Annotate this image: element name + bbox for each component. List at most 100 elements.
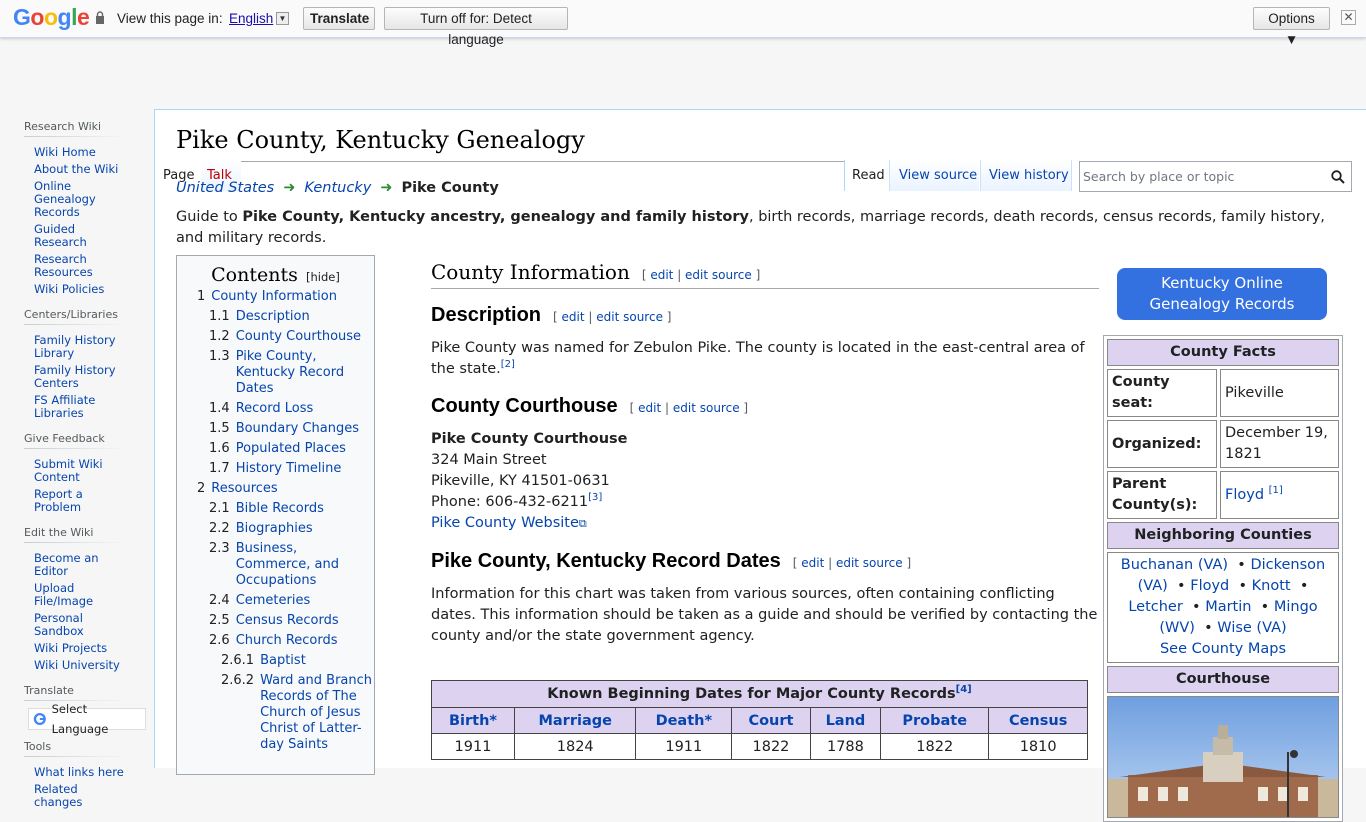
toc-item[interactable]: 2 Resources <box>177 481 374 497</box>
toc-link[interactable]: Biographies <box>236 521 313 537</box>
toc-link[interactable]: Baptist <box>260 653 306 669</box>
table-of-contents: Contents [hide] 1 County Information 1.1 De… <box>176 255 375 775</box>
toc-item[interactable]: 2.6.1 Baptist <box>177 653 374 669</box>
toc-item[interactable]: 2.6 Church Records <box>177 633 374 649</box>
reference-link[interactable]: [4] <box>956 684 972 695</box>
table-header-cell[interactable]: Court <box>731 707 811 734</box>
edit-source-link[interactable]: edit source <box>685 268 752 282</box>
language-dropdown-icon[interactable]: ▼ <box>276 12 289 25</box>
tab-read[interactable]: Read <box>844 160 888 191</box>
reference-link[interactable]: [1] <box>1269 485 1283 496</box>
reference-link[interactable]: [3] <box>588 492 602 503</box>
tab-view-history[interactable]: View history <box>980 160 1072 191</box>
edit-source-link[interactable]: edit source <box>836 556 903 570</box>
search-icon[interactable] <box>1331 170 1345 184</box>
edit-link[interactable]: edit <box>801 556 824 570</box>
toc-item[interactable]: 2.4 Cemeteries <box>177 593 374 609</box>
record-dates-text: Information for this chart was taken fro… <box>431 586 1098 644</box>
courthouse-website-link[interactable]: Pike County Website⧉ <box>431 515 587 531</box>
sidebar-item-fhc[interactable]: Family History Centers <box>34 363 116 390</box>
toc-item[interactable]: 1.1 Description <box>177 309 374 325</box>
edit-source-link[interactable]: edit source <box>673 401 740 415</box>
toc-item[interactable]: 1.4 Record Loss <box>177 401 374 417</box>
toc-item[interactable]: 1.7 History Timeline <box>177 461 374 477</box>
sidebar-item-upload[interactable]: Upload File/Image <box>34 581 93 608</box>
neighbor-link[interactable]: Wise (VA) <box>1217 620 1286 636</box>
toc-link[interactable]: Business, Commerce, and Occupations <box>236 541 374 589</box>
toc-link[interactable]: Ward and Branch Records of The Church of… <box>260 673 374 753</box>
sidebar-item-submit-content[interactable]: Submit Wiki Content <box>34 457 103 484</box>
neighbor-link[interactable]: Martin <box>1205 599 1251 615</box>
toc-link[interactable]: Resources <box>211 481 277 497</box>
toc-item[interactable]: 2.1 Bible Records <box>177 501 374 517</box>
sidebar-item-wiki-university[interactable]: Wiki University <box>34 658 120 672</box>
sidebar-item-wiki-projects[interactable]: Wiki Projects <box>34 641 107 655</box>
table-header-cell[interactable]: Census <box>988 707 1088 734</box>
toc-link[interactable]: Record Loss <box>236 401 314 417</box>
toc-link[interactable]: History Timeline <box>236 461 342 477</box>
edit-link[interactable]: edit <box>650 268 673 282</box>
search-input[interactable]: Search by place or topic <box>1079 161 1352 192</box>
toc-item[interactable]: 1.5 Boundary Changes <box>177 421 374 437</box>
select-language-dropdown[interactable]: Select Language <box>28 702 146 736</box>
toc-item[interactable]: 2.3 Business, Commerce, and Occupations <box>177 541 374 589</box>
breadcrumb-kentucky[interactable]: Kentucky <box>304 180 371 196</box>
sidebar-item-related-changes[interactable]: Related changes <box>34 782 82 809</box>
toc-link[interactable]: County Information <box>211 289 337 305</box>
table-header-cell[interactable]: Land <box>809 707 882 734</box>
sidebar-item-guided-research[interactable]: Guided Research <box>34 222 87 249</box>
toc-item[interactable]: 1.3 Pike County, Kentucky Record Dates <box>177 349 374 397</box>
table-header-cell[interactable]: Probate <box>880 707 990 734</box>
toc-item[interactable]: 1 County Information <box>177 289 374 305</box>
county-maps-link[interactable]: See County Maps <box>1160 641 1286 657</box>
toc-link[interactable]: Bible Records <box>236 501 324 517</box>
toc-link[interactable]: Description <box>236 309 310 325</box>
toc-link[interactable]: Cemeteries <box>236 593 311 609</box>
neighbor-link[interactable]: Knott <box>1252 578 1291 594</box>
language-link[interactable]: English <box>229 11 273 26</box>
translate-button[interactable]: Translate <box>303 7 375 30</box>
edit-link[interactable]: edit <box>638 401 661 415</box>
kentucky-records-button[interactable]: Kentucky Online Genealogy Records <box>1117 268 1327 320</box>
toc-item[interactable]: 1.6 Populated Places <box>177 441 374 457</box>
toc-item[interactable]: 2.6.2 Ward and Branch Records of The Chur… <box>177 673 374 753</box>
neighbor-link[interactable]: Letcher <box>1128 599 1182 615</box>
sidebar-item-about[interactable]: About the Wiki <box>34 162 118 176</box>
toc-hide-link[interactable]: [hide] <box>306 270 340 284</box>
toc-item[interactable]: 1.2 County Courthouse <box>177 329 374 345</box>
sidebar-item-research-resources[interactable]: Research Resources <box>34 252 93 279</box>
toc-link[interactable]: Boundary Changes <box>236 421 359 437</box>
sidebar-item-what-links-here[interactable]: What links here <box>34 765 124 779</box>
toc-link[interactable]: Church Records <box>236 633 338 649</box>
section-county-information: County Information [ edit | edit source … <box>431 262 1099 289</box>
tab-view-source[interactable]: View source <box>889 160 979 191</box>
sidebar-item-wiki-policies[interactable]: Wiki Policies <box>34 282 104 296</box>
edit-source-link[interactable]: edit source <box>596 310 663 324</box>
turn-off-button[interactable]: Turn off for: Detect language <box>384 7 568 47</box>
reference-link[interactable]: [2] <box>501 359 515 370</box>
sidebar-item-become-editor[interactable]: Become an Editor <box>34 551 99 578</box>
toc-link[interactable]: County Courthouse <box>236 329 361 345</box>
courthouse-photo[interactable] <box>1108 697 1338 817</box>
table-header-cell[interactable]: Marriage <box>513 707 637 734</box>
sidebar-item-fs-affiliate[interactable]: FS Affiliate Libraries <box>34 393 95 420</box>
toc-link[interactable]: Populated Places <box>236 441 346 457</box>
close-icon[interactable]: ✕ <box>1341 10 1356 25</box>
sidebar-item-fhl[interactable]: Family History Library <box>34 333 116 360</box>
table-header-cell[interactable]: Death* <box>635 707 733 734</box>
sidebar-item-wiki-home[interactable]: Wiki Home <box>34 145 96 159</box>
table-header-cell[interactable]: Birth* <box>431 707 515 734</box>
edit-link[interactable]: edit <box>562 310 585 324</box>
breadcrumb-united-states[interactable]: United States <box>176 180 274 196</box>
neighbor-link[interactable]: Buchanan (VA) <box>1121 557 1228 573</box>
toc-link[interactable]: Census Records <box>236 613 339 629</box>
toc-link[interactable]: Pike County, Kentucky Record Dates <box>236 349 374 397</box>
sidebar-item-online-records[interactable]: Online Genealogy Records <box>34 179 96 219</box>
toc-item[interactable]: 2.5 Census Records <box>177 613 374 629</box>
neighbor-link[interactable]: Floyd <box>1190 578 1229 594</box>
sidebar-item-report-problem[interactable]: Report a Problem <box>34 487 83 514</box>
sidebar-item-sandbox[interactable]: Personal Sandbox <box>34 611 84 638</box>
parent-county-link[interactable]: Floyd <box>1225 487 1264 503</box>
toc-item[interactable]: 2.2 Biographies <box>177 521 374 537</box>
options-button[interactable]: Options ▼ <box>1253 7 1330 47</box>
